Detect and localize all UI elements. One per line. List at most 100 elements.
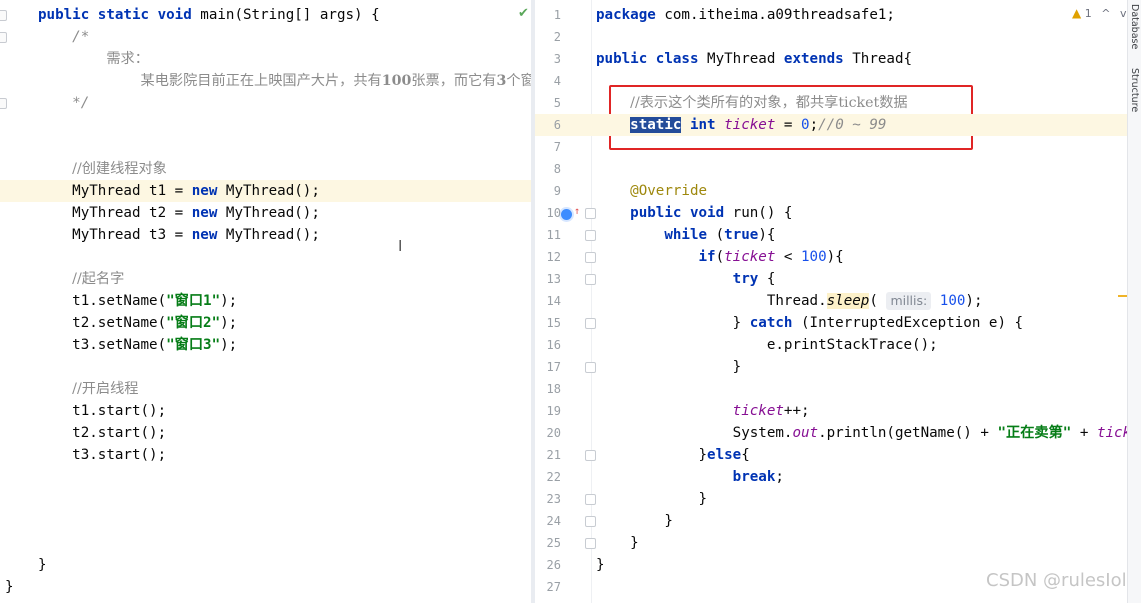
right-code-line[interactable]: 21 }else{ xyxy=(535,444,1127,466)
next-problem-arrow[interactable]: v xyxy=(1120,7,1127,20)
left-code-line[interactable]: MyThread t1 = new MyThread(); xyxy=(0,180,531,202)
right-code-line[interactable]: 1 package com.itheima.a09threadsafe1; xyxy=(535,4,1127,26)
line-number[interactable]: 5 xyxy=(535,92,561,114)
left-code-line[interactable]: t3.setName("窗口3"); xyxy=(0,334,531,356)
right-code-line[interactable]: 4 xyxy=(535,70,1127,92)
right-code-line[interactable]: 12 if(ticket < 100){ xyxy=(535,246,1127,268)
fold-toggle-icon[interactable] xyxy=(585,252,596,263)
left-code-line[interactable]: } xyxy=(0,576,531,598)
inspection-widget[interactable]: ▲ 1 ^ v xyxy=(1072,6,1126,20)
left-code-line[interactable]: 某电影院目前正在上映国产大片，共有100张票，而它有3个窗口卖票 xyxy=(0,70,532,92)
left-code-line[interactable]: //创建线程对象 xyxy=(0,158,531,180)
line-number[interactable]: 14 xyxy=(535,290,561,312)
left-code-line[interactable]: MyThread t2 = new MyThread(); xyxy=(0,202,531,224)
line-number[interactable]: 23 xyxy=(535,488,561,510)
left-code-line[interactable]: /* xyxy=(0,26,531,48)
right-code-line[interactable]: 9 @Override xyxy=(535,180,1127,202)
left-code-line[interactable] xyxy=(0,356,531,378)
line-number[interactable]: 17 xyxy=(535,356,561,378)
right-code-line[interactable]: 11 while (true){ xyxy=(535,224,1127,246)
database-tool-tab[interactable]: Database xyxy=(1129,4,1140,49)
line-number[interactable]: 20 xyxy=(535,422,561,444)
fold-toggle-icon[interactable] xyxy=(585,230,596,241)
right-editor-pane[interactable]: ↑ 1 package com.itheima.a09threadsafe1; 2 3… xyxy=(535,0,1127,603)
fold-marker-icon[interactable] xyxy=(0,98,7,109)
line-number[interactable]: 19 xyxy=(535,400,561,422)
left-code-line[interactable]: //起名字 xyxy=(0,268,531,290)
left-code-line[interactable] xyxy=(0,136,531,158)
line-number[interactable]: 1 xyxy=(535,4,561,26)
left-editor-pane[interactable]: public static void main(String[] args) {… xyxy=(0,0,531,603)
fold-toggle-icon[interactable] xyxy=(585,450,596,461)
right-code-line[interactable]: 7 xyxy=(535,136,1127,158)
line-number[interactable]: 25 xyxy=(535,532,561,554)
line-number[interactable]: 21 xyxy=(535,444,561,466)
right-code-line[interactable]: 23 } xyxy=(535,488,1127,510)
left-code-line[interactable]: //开启线程 xyxy=(0,378,531,400)
line-number[interactable]: 4 xyxy=(535,70,561,92)
fold-toggle-icon[interactable] xyxy=(585,516,596,527)
fold-toggle-icon[interactable] xyxy=(585,494,596,505)
right-code-line[interactable]: 18 xyxy=(535,378,1127,400)
left-code-line[interactable]: t1.start(); xyxy=(0,400,531,422)
right-code-line[interactable]: 5 //表示这个类所有的对象，都共享ticket数据 xyxy=(535,92,1127,114)
left-code-line[interactable]: 需求： xyxy=(0,48,531,70)
line-number[interactable]: 24 xyxy=(535,510,561,532)
right-code-line[interactable]: 20 System.out.println(getName() + "正在卖第"… xyxy=(535,422,1127,444)
line-number[interactable]: 12 xyxy=(535,246,561,268)
line-number[interactable]: 8 xyxy=(535,158,561,180)
left-code-line[interactable] xyxy=(0,532,531,554)
line-number[interactable]: 3 xyxy=(535,48,561,70)
right-code-line[interactable]: 10 public void run() { xyxy=(535,202,1127,224)
left-code-line[interactable]: public static void main(String[] args) { xyxy=(0,4,531,26)
line-number[interactable]: 15 xyxy=(535,312,561,334)
line-number[interactable]: 22 xyxy=(535,466,561,488)
left-code-line[interactable] xyxy=(0,114,531,136)
right-code-line[interactable]: 14 Thread.sleep( millis: 100); xyxy=(535,290,1127,312)
right-code-line[interactable]: 2 xyxy=(535,26,1127,48)
left-code-line[interactable] xyxy=(0,466,531,488)
line-number[interactable]: 16 xyxy=(535,334,561,356)
left-code-line[interactable]: t3.start(); xyxy=(0,444,531,466)
fold-marker-icon[interactable] xyxy=(0,32,7,43)
fold-toggle-icon[interactable] xyxy=(585,318,596,329)
line-number[interactable]: 27 xyxy=(535,576,561,598)
left-code-line[interactable]: } xyxy=(0,554,531,576)
line-number[interactable]: 11 xyxy=(535,224,561,246)
inspection-ok-icon[interactable]: ✔ xyxy=(518,6,529,21)
right-code-line[interactable]: 15 } catch (InterruptedException e) { xyxy=(535,312,1127,334)
left-code-line[interactable]: t2.start(); xyxy=(0,422,531,444)
fold-toggle-icon[interactable] xyxy=(585,208,596,219)
right-code-line[interactable]: 3 public class MyThread extends Thread{ xyxy=(535,48,1127,70)
line-number[interactable]: 10 xyxy=(535,202,561,224)
line-number[interactable]: 2 xyxy=(535,26,561,48)
fold-toggle-icon[interactable] xyxy=(585,274,596,285)
right-code-line[interactable]: 16 e.printStackTrace(); xyxy=(535,334,1127,356)
fold-toggle-icon[interactable] xyxy=(585,538,596,549)
prev-problem-arrow[interactable]: ^ xyxy=(1101,7,1110,20)
left-code-line[interactable] xyxy=(0,488,531,510)
line-number[interactable]: 18 xyxy=(535,378,561,400)
structure-tool-tab[interactable]: Structure xyxy=(1129,68,1140,112)
line-number[interactable]: 13 xyxy=(535,268,561,290)
right-code-line[interactable]: 17 } xyxy=(535,356,1127,378)
fold-marker-icon[interactable] xyxy=(0,10,7,21)
right-code-line[interactable]: 22 break; xyxy=(535,466,1127,488)
left-code-line[interactable]: */ xyxy=(0,92,531,114)
right-code-line[interactable]: 24 } xyxy=(535,510,1127,532)
line-number[interactable]: 9 xyxy=(535,180,561,202)
left-code-line[interactable]: t2.setName("窗口2"); xyxy=(0,312,531,334)
left-code-line[interactable]: MyThread t3 = new MyThread(); xyxy=(0,224,531,246)
left-code-line[interactable] xyxy=(0,510,531,532)
fold-toggle-icon[interactable] xyxy=(585,362,596,373)
right-code-line[interactable]: 19 ticket++; xyxy=(535,400,1127,422)
right-code-line[interactable]: 25 } xyxy=(535,532,1127,554)
left-code-line[interactable] xyxy=(0,246,531,268)
line-number[interactable]: 26 xyxy=(535,554,561,576)
right-code-line[interactable]: 8 xyxy=(535,158,1127,180)
line-number[interactable]: 7 xyxy=(535,136,561,158)
right-code-line[interactable]: 6 static int ticket = 0;//0 ~ 99 xyxy=(535,114,1127,136)
left-code-line[interactable]: t1.setName("窗口1"); xyxy=(0,290,531,312)
line-number[interactable]: 6 xyxy=(535,114,561,136)
right-code-line[interactable]: 13 try { xyxy=(535,268,1127,290)
